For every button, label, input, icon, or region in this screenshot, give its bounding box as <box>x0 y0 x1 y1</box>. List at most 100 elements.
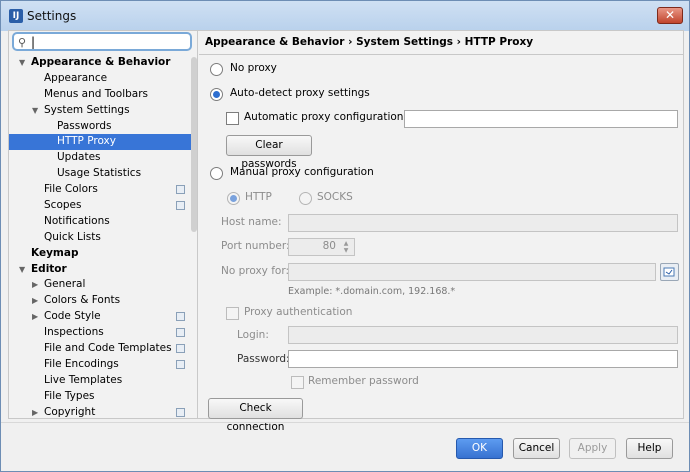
no-proxy-for-label: No proxy for: <box>221 265 290 277</box>
project-settings-icon <box>176 201 185 211</box>
expand-arrow-icon[interactable]: ▶ <box>32 405 38 421</box>
tree-item-label: Appearance <box>44 71 108 84</box>
collapse-arrow-icon[interactable]: ▼ <box>32 103 38 119</box>
apply-button[interactable]: Apply <box>569 438 616 459</box>
tree-item-updates[interactable]: Updates <box>9 150 192 166</box>
tree-item-file-types[interactable]: File Types <box>9 389 192 405</box>
tree-item-general[interactable]: ▶ General <box>9 277 192 293</box>
proxy-auth-label: Proxy authentication <box>244 306 353 318</box>
auto-config-url-field[interactable] <box>404 110 678 128</box>
manual-proxy-label: Manual proxy configuration <box>230 166 374 178</box>
tree-item-label: Usage Statistics <box>57 167 142 180</box>
tree-item-keymap[interactable]: Keymap <box>9 246 192 262</box>
tree-item-label: Keymap <box>31 246 79 259</box>
socks-radio[interactable] <box>299 192 312 205</box>
project-settings-icon <box>176 328 185 338</box>
tree-item-file-encodings[interactable]: File Encodings <box>9 357 192 373</box>
header-divider <box>199 54 684 55</box>
no-proxy-radio[interactable] <box>210 63 223 76</box>
tree-item-label: File Encodings <box>44 357 119 370</box>
tree-item-editor[interactable]: ▼ Editor <box>9 262 192 278</box>
settings-window: IJ Settings ✕ ⚲ | ▼ Appearance & Behavior… <box>0 0 690 472</box>
tree-item-usage-statistics[interactable]: Usage Statistics <box>9 166 192 182</box>
footer-divider <box>1 422 689 423</box>
search-caret: | <box>31 35 36 49</box>
tree-item-label: Live Templates <box>44 373 123 386</box>
scroll-thumb[interactable] <box>191 57 197 232</box>
clear-passwords-button[interactable]: Clear passwords <box>226 135 312 170</box>
expand-arrow-icon[interactable]: ▶ <box>32 277 38 293</box>
breadcrumb: Appearance & Behavior › System Settings … <box>205 36 534 48</box>
tree-item-label: HTTP Proxy <box>57 135 116 148</box>
password-label: Password: <box>237 353 290 365</box>
title-bar[interactable]: IJ Settings ✕ <box>1 1 689 31</box>
tree-item-passwords[interactable]: Passwords <box>9 119 192 135</box>
tree-item-menus-and-toolbars[interactable]: Menus and Toolbars <box>9 87 192 103</box>
auto-detect-radio[interactable] <box>210 88 223 101</box>
tree-item-colors-fonts[interactable]: ▶ Colors & Fonts <box>9 293 192 309</box>
window-title: Settings <box>27 9 77 23</box>
auto-config-url-checkbox[interactable] <box>226 112 239 125</box>
tree-item-scopes[interactable]: Scopes <box>9 198 192 214</box>
no-proxy-for-field[interactable] <box>288 263 656 281</box>
tree-item-label: File and Code Templates <box>44 342 172 355</box>
expand-arrow-icon[interactable]: ▶ <box>32 293 38 309</box>
manual-proxy-radio[interactable] <box>210 167 223 180</box>
check-connection-button[interactable]: Check connection <box>208 398 303 433</box>
spinner-arrows-icon[interactable]: ▲ ▼ <box>340 240 352 254</box>
tree-item-code-style[interactable]: ▶ Code Style <box>9 309 192 325</box>
http-proxy-panel: Appearance & Behavior › System Settings … <box>199 31 684 433</box>
port-number-spinner[interactable]: 80 ▲ ▼ <box>288 238 355 256</box>
tree-item-appearance-behavior[interactable]: ▼ Appearance & Behavior <box>9 55 192 71</box>
tree-item-notifications[interactable]: Notifications <box>9 214 192 230</box>
close-icon: ✕ <box>664 8 676 22</box>
no-proxy-example: Example: *.domain.com, 192.168.* <box>288 286 456 297</box>
tree-item-appearance[interactable]: Appearance <box>9 71 192 87</box>
tree-item-system-settings[interactable]: ▼ System Settings <box>9 103 192 119</box>
no-proxy-label: No proxy <box>230 62 277 74</box>
http-label: HTTP <box>245 191 272 203</box>
search-input[interactable]: ⚲ | <box>12 32 192 51</box>
expand-arrow-icon[interactable]: ▶ <box>32 309 38 325</box>
collapse-arrow-icon[interactable]: ▼ <box>19 262 25 278</box>
tree-item-label: Passwords <box>57 119 112 132</box>
cancel-button[interactable]: Cancel <box>513 438 560 459</box>
app-icon: IJ <box>9 9 23 23</box>
close-button[interactable]: ✕ <box>657 7 683 24</box>
tree-item-label: Scopes <box>44 199 82 212</box>
tree-item-label: Code Style <box>44 310 101 323</box>
tree-item-label: Appearance & Behavior <box>31 56 171 68</box>
tree-item-label: Colors & Fonts <box>44 294 121 307</box>
tree-item-copyright[interactable]: ▶ Copyright <box>9 405 192 421</box>
tree-item-quick-lists[interactable]: Quick Lists <box>9 230 192 246</box>
settings-tree-pane: ⚲ | ▼ Appearance & Behavior Appearance Menu… <box>9 31 198 418</box>
tree-item-file-and-code-templates[interactable]: File and Code Templates <box>9 341 192 357</box>
password-field[interactable] <box>288 350 678 368</box>
project-settings-icon <box>176 359 185 369</box>
tree-item-http-proxy[interactable]: HTTP Proxy <box>9 134 192 151</box>
tree-item-file-colors[interactable]: File Colors <box>9 182 192 198</box>
remember-password-checkbox[interactable] <box>291 376 304 389</box>
http-radio[interactable] <box>227 192 240 205</box>
tree-item-label: File Colors <box>44 183 98 196</box>
host-name-label: Host name: <box>221 216 282 228</box>
login-label: Login: <box>237 329 269 341</box>
help-button[interactable]: Help <box>626 438 673 459</box>
tree-item-label: General <box>44 278 86 291</box>
tree-scrollbar[interactable] <box>191 53 197 418</box>
project-settings-icon <box>176 407 185 417</box>
tree-item-inspections[interactable]: Inspections <box>9 325 192 341</box>
project-settings-icon <box>176 185 185 195</box>
proxy-auth-checkbox[interactable] <box>226 307 239 320</box>
ok-button[interactable]: OK <box>456 438 503 459</box>
login-field[interactable] <box>288 326 678 344</box>
tree-item-live-templates[interactable]: Live Templates <box>9 373 192 389</box>
collapse-arrow-icon[interactable]: ▼ <box>19 55 25 71</box>
tree-item-label: Quick Lists <box>44 230 101 243</box>
tree-item-label: Copyright <box>44 405 96 418</box>
tree-item-label: Menus and Toolbars <box>44 87 149 100</box>
settings-tree: ▼ Appearance & Behavior Appearance Menus an… <box>9 55 192 420</box>
expand-field-button[interactable] <box>660 263 679 281</box>
tree-item-label: Inspections <box>44 326 104 339</box>
host-name-field[interactable] <box>288 214 678 232</box>
